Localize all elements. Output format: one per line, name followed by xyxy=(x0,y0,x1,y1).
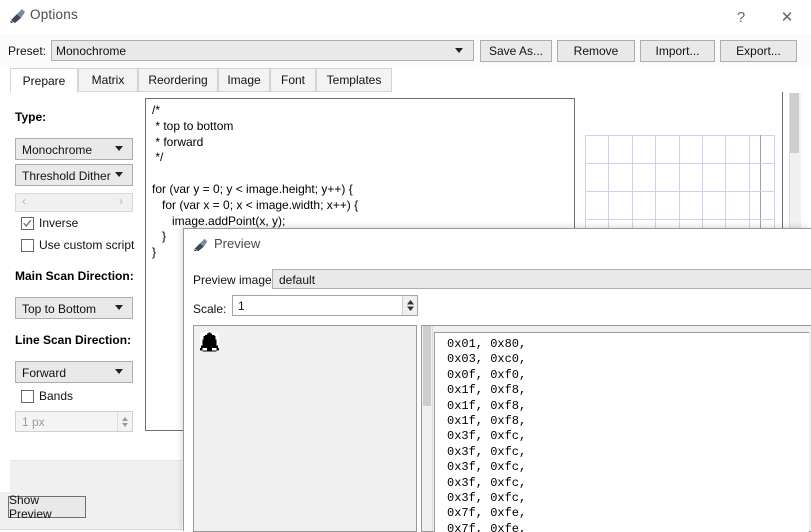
table-row xyxy=(585,163,775,192)
preset-combobox-value: Monochrome xyxy=(56,44,127,58)
bottom-divider xyxy=(0,529,182,530)
export-button[interactable]: Export... xyxy=(720,40,797,62)
chevron-down-icon xyxy=(115,369,123,374)
checkmark-icon xyxy=(23,219,32,227)
tab-reordering[interactable]: Reordering xyxy=(138,68,218,92)
preview-image-label: Preview image: xyxy=(193,273,276,287)
dither-combobox-value: Threshold Dither xyxy=(22,169,111,183)
import-button[interactable]: Import... xyxy=(640,40,715,62)
brush-icon xyxy=(10,9,25,23)
use-custom-script-label: Use custom script xyxy=(39,238,135,252)
brush-icon xyxy=(193,238,208,252)
scale-input[interactable] xyxy=(232,295,418,316)
tab-prepare[interactable]: Prepare xyxy=(10,68,78,93)
left-panel-footer-bg xyxy=(10,460,182,493)
chevron-down-icon xyxy=(455,48,463,53)
preset-label: Preset: xyxy=(8,44,47,58)
preview-image-combobox[interactable] xyxy=(272,269,811,289)
band-width-spinner-buttons[interactable] xyxy=(117,412,132,431)
tab-matrix[interactable]: Matrix xyxy=(78,68,138,92)
scale-input-value: 1 xyxy=(238,299,245,313)
chevron-left-icon[interactable]: ‹ xyxy=(22,194,26,208)
show-preview-button[interactable]: Show Preview xyxy=(8,493,86,521)
use-custom-script-checkbox[interactable] xyxy=(21,239,34,252)
table-row xyxy=(585,191,775,220)
remove-button[interactable]: Remove xyxy=(557,40,635,62)
scale-label: Scale: xyxy=(193,302,227,316)
preview-canvas[interactable] xyxy=(193,325,417,532)
bands-checkbox[interactable] xyxy=(21,390,34,403)
hex-output-textarea[interactable]: 0x01, 0x80, 0x03, 0xc0, 0x0f, 0xf0, 0x1f… xyxy=(434,332,809,532)
main-scan-direction-label: Main Scan Direction: xyxy=(15,269,134,283)
preview-window: Preview Preview image: default Scale: 1 xyxy=(183,228,811,532)
matrix-grid-preview[interactable] xyxy=(585,135,775,240)
tab-image[interactable]: Image xyxy=(218,68,270,92)
inverse-checkbox[interactable] xyxy=(21,217,34,230)
right-panel-scrollbar-thumb[interactable] xyxy=(790,93,799,153)
preview-titlebar: Preview xyxy=(184,229,811,261)
bands-label: Bands xyxy=(39,389,74,403)
tab-templates[interactable]: Templates xyxy=(316,68,392,92)
table-row xyxy=(585,135,775,164)
threshold-slider[interactable] xyxy=(15,193,133,212)
main-scan-direction-value: Top to Bottom xyxy=(22,302,97,316)
chevron-down-icon xyxy=(115,172,123,177)
type-combobox-value: Monochrome xyxy=(22,143,93,157)
scale-spinner-buttons[interactable] xyxy=(402,296,417,315)
tab-bar: Prepare Matrix Reordering Image Font Tem… xyxy=(10,68,800,93)
help-button[interactable]: ? xyxy=(718,0,764,34)
preview-image-value: default xyxy=(279,273,316,287)
hex-output-scrollbar-thumb[interactable] xyxy=(423,326,431,406)
bell-bitmap-preview xyxy=(200,332,219,352)
inverse-label: Inverse xyxy=(39,216,79,230)
band-width-value: 1 px xyxy=(22,415,45,429)
chevron-down-icon xyxy=(115,146,123,151)
options-title: Options xyxy=(30,7,78,22)
chevron-down-icon xyxy=(115,305,123,310)
tab-font[interactable]: Font xyxy=(270,68,316,92)
chevron-right-icon[interactable]: › xyxy=(119,194,123,208)
hex-output-text: 0x01, 0x80, 0x03, 0xc0, 0x0f, 0xf0, 0x1f… xyxy=(447,337,527,532)
type-label: Type: xyxy=(15,110,47,124)
matrix-grid-table xyxy=(585,135,775,240)
preview-title: Preview xyxy=(214,236,261,251)
save-as-button[interactable]: Save As... xyxy=(480,40,552,62)
options-titlebar: Options ? ✕ xyxy=(0,0,811,34)
spinner-arrows-icon xyxy=(122,417,128,427)
line-scan-direction-label: Line Scan Direction: xyxy=(15,333,132,347)
spinner-arrows-icon xyxy=(407,300,414,311)
panel-divider xyxy=(782,92,783,240)
close-button[interactable]: ✕ xyxy=(764,0,810,34)
line-scan-direction-value: Forward xyxy=(22,366,67,380)
